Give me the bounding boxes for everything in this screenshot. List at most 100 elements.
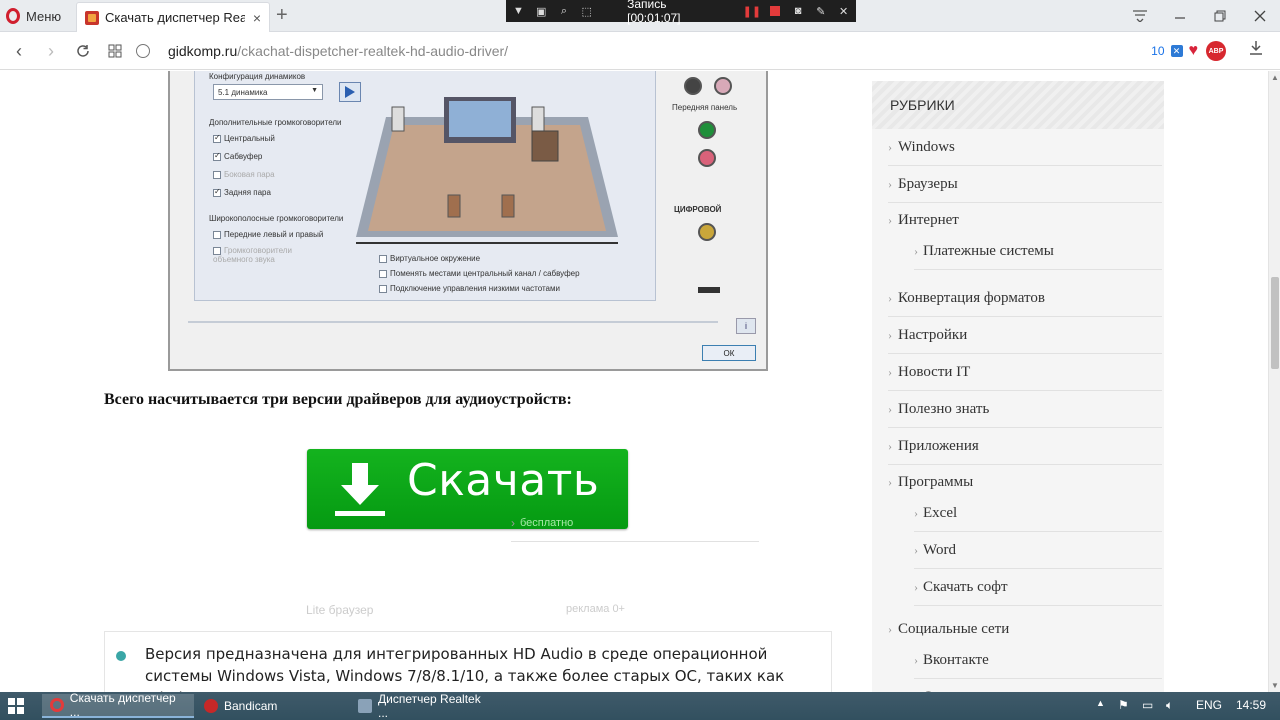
- tray-volume-icon[interactable]: 🔈︎: [1166, 698, 1173, 713]
- browser-tab[interactable]: Скачать диспетчер Realtek ×: [76, 2, 270, 32]
- category-windows[interactable]: Windows: [888, 129, 1162, 166]
- ad-marker: реклама 0+: [566, 603, 625, 615]
- zoom-icon[interactable]: ⌕: [558, 4, 571, 18]
- ad-browser-label[interactable]: Lite браузер: [306, 603, 373, 617]
- category-browsers[interactable]: Браузеры: [888, 166, 1162, 203]
- category-it-news[interactable]: Новости IT: [888, 354, 1162, 391]
- close-window-button[interactable]: [1240, 0, 1280, 32]
- realtek-dialog-screenshot: Конфигурация динамиков 5.1 динамика ▼ До…: [168, 71, 768, 371]
- address-bar: ‹ › gidkomp.ru /ckachat-dispetcher-realt…: [0, 32, 1280, 70]
- category-social-networks[interactable]: Социальные сети: [888, 616, 1162, 642]
- dropdown-icon[interactable]: ▼: [512, 4, 525, 18]
- scroll-down-icon[interactable]: ▼: [1271, 681, 1279, 690]
- bandicam-taskbar-icon: [204, 699, 218, 713]
- restore-button[interactable]: [1200, 0, 1240, 32]
- taskbar-item-label: Bandicam: [224, 699, 278, 713]
- site-favicon-icon: [85, 10, 99, 25]
- tray-network-icon[interactable]: ⚑: [1118, 698, 1129, 712]
- new-tab-button[interactable]: +: [276, 4, 288, 27]
- category-odnoklassniki[interactable]: Одноклассники: [914, 679, 1162, 692]
- front-panel-label: Передняя панель: [672, 103, 738, 112]
- sidebar-categories: РУБРИКИ Windows Браузеры Интернет Платеж…: [872, 81, 1164, 692]
- wideband-label: Широкополосные громкоговорители: [209, 214, 344, 223]
- option-subwoofer: Сабвуфер: [213, 151, 262, 161]
- jack-pink-icon: [714, 77, 732, 95]
- category-internet[interactable]: Интернет: [888, 207, 1162, 233]
- taskbar-item-label: Диспетчер Realtek ...: [378, 692, 481, 720]
- category-format-conversion[interactable]: Конвертация форматов: [888, 280, 1162, 317]
- option-side-pair: Боковая пара: [213, 170, 275, 179]
- category-apps[interactable]: Приложения: [888, 428, 1162, 465]
- category-useful[interactable]: Полезно знать: [888, 391, 1162, 428]
- tab-close-icon[interactable]: ×: [253, 10, 261, 26]
- jack-gray-icon: [684, 77, 702, 95]
- sidebar-heading: РУБРИКИ: [872, 81, 1164, 129]
- taskbar-item-bandicam[interactable]: Bandicam: [196, 694, 348, 718]
- bottom-option-swap: Поменять местами центральный канал / саб…: [379, 269, 580, 278]
- taskbar-item-realtek[interactable]: Диспетчер Realtek ...: [350, 692, 502, 720]
- reload-button[interactable]: [72, 40, 94, 62]
- url-path: /ckachat-dispetcher-realtek-hd-audio-dri…: [237, 43, 509, 59]
- camera-icon[interactable]: ◙: [792, 4, 805, 18]
- taskbar-item-opera[interactable]: Скачать диспетчер ...: [42, 691, 194, 719]
- category-settings[interactable]: Настройки: [888, 317, 1162, 354]
- pen-icon[interactable]: ✎: [814, 4, 827, 18]
- opera-menu-button[interactable]: Меню: [6, 4, 61, 28]
- download-button-sublabel: бесплатно: [511, 505, 759, 542]
- option-front-lr: Передние левый и правый: [213, 230, 323, 239]
- download-icon[interactable]: [1248, 40, 1264, 61]
- url-field[interactable]: gidkomp.ru /ckachat-dispetcher-realtek-h…: [136, 39, 1198, 63]
- download-button[interactable]: Скачать бесплатно: [307, 449, 759, 542]
- category-download-software[interactable]: Скачать софт: [914, 569, 1162, 606]
- option-center: Центральный: [213, 133, 275, 143]
- category-word[interactable]: Word: [914, 532, 1162, 569]
- window-mode-icon[interactable]: ▣: [535, 4, 548, 18]
- digital-label: ЦИФРОВОЙ: [674, 205, 722, 214]
- tray-monitor-icon[interactable]: ▭: [1142, 698, 1153, 712]
- category-excel[interactable]: Excel: [914, 495, 1162, 532]
- jack-panel: Передняя панель ЦИФРОВОЙ: [666, 71, 764, 303]
- dialog-ok-button: ОК: [702, 345, 756, 361]
- front-jack-green-icon: [698, 121, 716, 139]
- speaker-config-label: Конфигурация динамиков: [209, 72, 306, 81]
- globe-icon: [136, 44, 150, 58]
- dialog-divider: [188, 321, 718, 323]
- tray-overflow-icon[interactable]: ▲: [1096, 698, 1105, 708]
- category-payment-systems[interactable]: Платежные системы: [914, 233, 1162, 270]
- minimize-button[interactable]: [1160, 0, 1200, 32]
- windows-taskbar: Скачать диспетчер ... Bandicam Диспетчер…: [0, 691, 1280, 720]
- option-surround: Громкоговорители объемного звука: [213, 246, 292, 264]
- web-page: Конфигурация динамиков 5.1 динамика ▼ До…: [0, 71, 1268, 692]
- tab-title: Скачать диспетчер Realtek: [105, 10, 245, 25]
- category-list: Windows Браузеры Интернет Платежные сист…: [872, 129, 1164, 692]
- tray-clock[interactable]: 14:59: [1236, 698, 1266, 712]
- close-recorder-icon[interactable]: ✕: [837, 4, 850, 18]
- opera-logo-icon: [6, 8, 20, 24]
- opera-menu-label: Меню: [26, 8, 62, 24]
- scrollbar-thumb[interactable]: [1271, 277, 1279, 369]
- option-rear-pair: Задняя пара: [213, 187, 271, 197]
- pause-icon[interactable]: ❚❚: [743, 4, 761, 18]
- category-programs[interactable]: Программы: [888, 469, 1162, 495]
- area-select-icon[interactable]: ⬚: [580, 4, 593, 18]
- article-intro-text: Всего насчитывается три версии драйверов…: [104, 391, 572, 408]
- speed-dial-icon[interactable]: [104, 40, 126, 62]
- adblock-plus-icon[interactable]: ABP: [1206, 41, 1226, 61]
- page-scrollbar[interactable]: ▲ ▼: [1268, 71, 1280, 692]
- back-button[interactable]: ‹: [8, 40, 30, 62]
- tray-language[interactable]: ENG: [1196, 698, 1222, 712]
- start-button[interactable]: [8, 698, 24, 714]
- forward-button[interactable]: ›: [40, 40, 62, 62]
- bottom-option-virtual: Виртуальное окружение: [379, 254, 480, 263]
- bookmark-heart-icon[interactable]: ♥: [1189, 42, 1199, 60]
- category-vkontakte[interactable]: Вконтакте: [914, 642, 1162, 679]
- bottom-option-bass: Подключение управления низкими частотами: [379, 284, 560, 293]
- extension-icon[interactable]: ✕: [1170, 45, 1183, 57]
- extension-badge-count: 10: [1151, 44, 1165, 58]
- version-info-box: Версия предназначена для интегрированных…: [104, 631, 832, 692]
- tab-menu-icon[interactable]: [1120, 0, 1160, 32]
- recording-status: Запись [00:01:07]: [627, 0, 681, 25]
- download-button-label: Скачать: [407, 455, 600, 506]
- scroll-up-icon[interactable]: ▲: [1271, 73, 1279, 82]
- stop-icon[interactable]: [769, 4, 782, 18]
